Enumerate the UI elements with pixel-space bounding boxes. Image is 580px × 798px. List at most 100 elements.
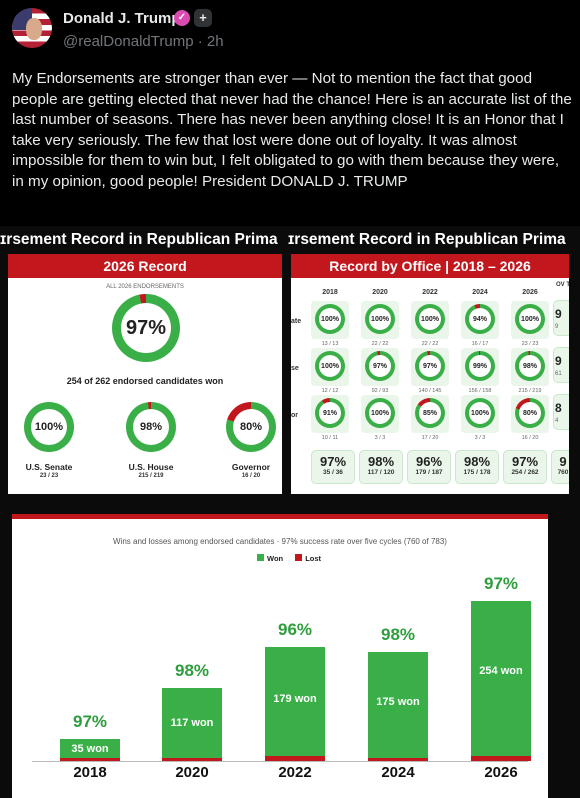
office-year-count: 17 / 20 bbox=[421, 435, 439, 441]
bar-pct-label: 98% bbox=[174, 661, 210, 680]
legend-won-label: Won bbox=[267, 554, 284, 563]
office-year-pct: 100% bbox=[519, 308, 541, 330]
office-year-count: 23 / 23 bbox=[521, 341, 539, 347]
office-year-count: 12 / 12 bbox=[321, 388, 339, 394]
record-2026-caption: ALL 2026 ENDORSEMENTS bbox=[106, 284, 184, 290]
office-year-pct: 100% bbox=[419, 308, 441, 330]
office-year-count: 92 / 93 bbox=[371, 388, 389, 394]
author-avatar[interactable] bbox=[12, 8, 52, 48]
office-ring: 80% bbox=[226, 402, 276, 452]
author-handle-time[interactable]: @realDonaldTrump · 2h bbox=[63, 33, 224, 50]
office-year-ring: 97% bbox=[365, 351, 395, 381]
office-year-count: 156 / 158 bbox=[468, 388, 492, 394]
banner-title-right: ɪrsement Record in Republican Prima bbox=[288, 231, 566, 248]
office-ring: 100% bbox=[24, 402, 74, 452]
office-year-count: 215 / 219 bbox=[518, 388, 542, 394]
office-year-pct: 85% bbox=[419, 402, 441, 424]
office-year-ring: 85% bbox=[415, 398, 445, 428]
banner-title-left: ɪrsement Record in Republican Prima bbox=[0, 231, 278, 248]
total-count: 117 / 120 bbox=[367, 469, 395, 476]
office-year-ring: 100% bbox=[515, 304, 545, 334]
office-year-count: 3 / 3 bbox=[374, 435, 386, 441]
office-row-label: se bbox=[291, 365, 299, 372]
office-year-pct: 100% bbox=[469, 402, 491, 424]
bar-2018: 35 won bbox=[60, 739, 120, 761]
bar-won-label: 35 won bbox=[71, 743, 109, 755]
overall-row-sub: 9 bbox=[555, 324, 559, 330]
total-pct: 97% bbox=[511, 454, 539, 469]
office-count: 16 / 20 bbox=[241, 473, 261, 479]
total-tile: 96% 179 / 187 bbox=[407, 450, 451, 484]
office-year-count: 140 / 145 bbox=[418, 388, 442, 394]
bar-won-label: 117 won bbox=[170, 717, 214, 729]
office-year-pct: 100% bbox=[369, 308, 391, 330]
office-year-ring: 100% bbox=[315, 351, 345, 381]
wins-losses-chart: Wins and losses among endorsed candidate… bbox=[12, 514, 548, 798]
overall-row-sub: 4 bbox=[555, 418, 559, 424]
office-year-count: 22 / 22 bbox=[421, 341, 439, 347]
overall-ring: 97% bbox=[112, 294, 180, 362]
verified-badge-icon: ✓ bbox=[174, 10, 190, 26]
legend-lost-swatch bbox=[295, 554, 303, 561]
total-tile: 97% 254 / 262 bbox=[503, 450, 547, 484]
author-name[interactable]: Donald J. Trump bbox=[63, 10, 181, 27]
office-year-ring: 97% bbox=[415, 351, 445, 381]
chart-legend: Won Lost bbox=[257, 554, 321, 563]
bar-won-label: 175 won bbox=[376, 696, 420, 708]
office-year-pct: 97% bbox=[369, 355, 391, 377]
overall-row-pct: 9 bbox=[555, 354, 562, 368]
office-year-ring: 100% bbox=[415, 304, 445, 334]
office-year-ring: 94% bbox=[465, 304, 495, 334]
office-pct: 98% bbox=[133, 409, 169, 445]
office-row-label: ate bbox=[291, 318, 302, 325]
overall-row-pct: 8 bbox=[555, 401, 562, 415]
office-year-pct: 98% bbox=[519, 355, 541, 377]
post-text: My Endorsements are stronger than ever —… bbox=[12, 70, 572, 190]
year-column-head: 2022 bbox=[422, 289, 438, 296]
record-2026-title: 2026 Record bbox=[8, 254, 282, 278]
office-year-pct: 100% bbox=[369, 402, 391, 424]
office-count: 215 / 219 bbox=[138, 473, 164, 479]
record-2026-panel: 2026 Record ALL 2026 ENDORSEMENTS 97% 25… bbox=[8, 254, 282, 494]
year-column-head: 2024 bbox=[472, 289, 488, 296]
office-year-count: 3 / 3 bbox=[474, 435, 486, 441]
total-pct: 98% bbox=[463, 454, 491, 469]
by-office-panel: Record by Office | 2018 – 2026 2018 2020 2… bbox=[291, 254, 569, 494]
bar-2020: 117 won bbox=[162, 688, 222, 761]
office-year-count: 16 / 17 bbox=[471, 341, 489, 347]
chart-subtitle: Wins and losses among endorsed candidate… bbox=[113, 537, 447, 546]
by-office-title: Record by Office | 2018 – 2026 bbox=[291, 254, 569, 278]
total-pct: 96% bbox=[415, 454, 443, 469]
office-pct: 100% bbox=[31, 409, 67, 445]
follow-plus-icon[interactable]: + bbox=[194, 9, 212, 27]
office-year-pct: 100% bbox=[319, 308, 341, 330]
overall-column-head: OV T bbox=[555, 282, 569, 288]
office-year-pct: 80% bbox=[519, 402, 541, 424]
total-pct: 9 bbox=[559, 454, 567, 469]
bar-won-label: 254 won bbox=[479, 665, 523, 677]
year-column-head: 2020 bbox=[372, 289, 388, 296]
office-row-label: or bbox=[291, 412, 298, 419]
total-tile: 98% 117 / 120 bbox=[359, 450, 403, 484]
office-year-count: 16 / 20 bbox=[521, 435, 539, 441]
office-year-pct: 94% bbox=[469, 308, 491, 330]
bar-year-label: 2022 bbox=[278, 764, 312, 781]
total-count: 35 / 36 bbox=[323, 469, 343, 476]
bar-2026: 254 won bbox=[471, 601, 531, 761]
office-year-pct: 99% bbox=[469, 355, 491, 377]
office-year-ring: 100% bbox=[465, 398, 495, 428]
bar-year-label: 2026 bbox=[484, 764, 518, 781]
office-year-count: 13 / 13 bbox=[321, 341, 339, 347]
office-label: U.S. House bbox=[128, 462, 174, 472]
office-year-ring: 99% bbox=[465, 351, 495, 381]
overall-row-pct: 9 bbox=[555, 307, 562, 321]
total-tile: 98% 175 / 178 bbox=[455, 450, 499, 484]
bar-2022: 179 won bbox=[265, 647, 325, 761]
year-column-head: 2018 bbox=[322, 289, 338, 296]
office-label: Governor bbox=[231, 462, 271, 472]
office-count: 23 / 23 bbox=[39, 473, 59, 479]
bar-pct-label: 96% bbox=[277, 620, 313, 639]
total-tile: 97% 35 / 36 bbox=[311, 450, 355, 484]
total-count: 760 bbox=[557, 469, 569, 476]
bar-won-label: 179 won bbox=[273, 693, 317, 705]
